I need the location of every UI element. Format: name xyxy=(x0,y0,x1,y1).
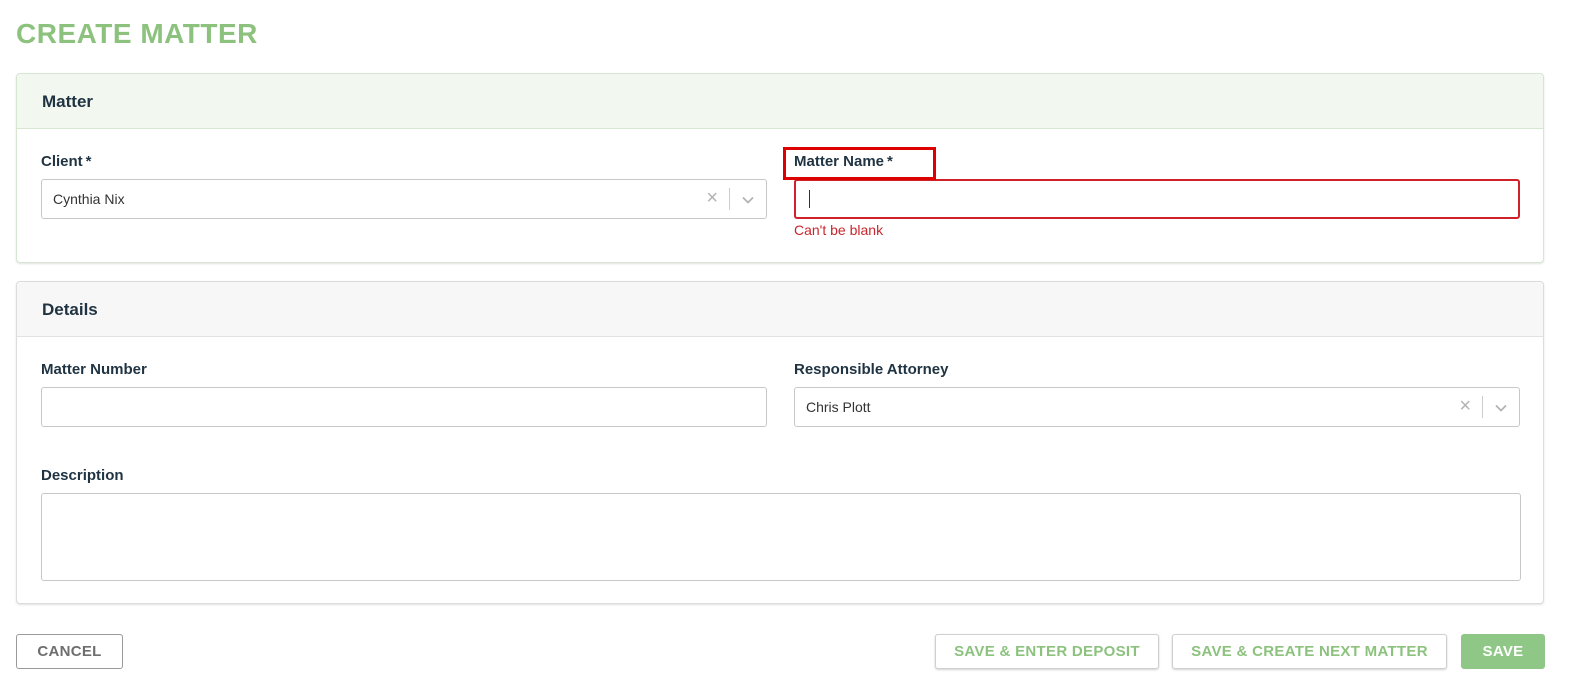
responsible-attorney-value: Chris Plott xyxy=(806,399,871,415)
details-section: Details Matter Number Responsible Attorn… xyxy=(16,281,1544,604)
save-button[interactable]: SAVE xyxy=(1461,634,1545,669)
clear-attorney-icon[interactable]: × xyxy=(1459,396,1471,416)
matter-name-input[interactable] xyxy=(794,179,1520,219)
text-cursor xyxy=(809,190,810,208)
details-section-heading: Details xyxy=(17,282,1543,337)
cancel-button[interactable]: CANCEL xyxy=(16,634,123,669)
responsible-attorney-select[interactable]: Chris Plott × xyxy=(794,387,1520,427)
description-textarea[interactable] xyxy=(41,493,1521,581)
select-separator xyxy=(729,188,730,210)
description-label: Description xyxy=(41,467,124,484)
client-select-value: Cynthia Nix xyxy=(53,191,125,207)
matter-number-field: Matter Number xyxy=(41,360,767,428)
responsible-attorney-field: Responsible Attorney Chris Plott × xyxy=(794,360,1520,428)
matter-number-input[interactable] xyxy=(41,387,767,427)
chevron-down-icon[interactable] xyxy=(741,193,755,207)
client-label: Client * xyxy=(41,153,92,170)
save-create-next-matter-button[interactable]: SAVE & CREATE NEXT MATTER xyxy=(1172,634,1447,669)
matter-section-heading: Matter xyxy=(17,74,1543,129)
save-enter-deposit-button[interactable]: SAVE & ENTER DEPOSIT xyxy=(935,634,1159,669)
client-select[interactable]: Cynthia Nix × xyxy=(41,179,767,219)
responsible-attorney-label: Responsible Attorney xyxy=(794,361,949,378)
matter-number-label: Matter Number xyxy=(41,361,147,378)
chevron-down-icon[interactable] xyxy=(1494,401,1508,415)
clear-client-icon[interactable]: × xyxy=(706,188,718,208)
client-field: Client * Cynthia Nix × xyxy=(41,152,767,219)
matter-name-label-highlight xyxy=(783,147,936,180)
description-field: Description xyxy=(41,466,1521,581)
page-title: CREATE MATTER xyxy=(16,18,258,49)
select-separator xyxy=(1482,396,1483,418)
matter-name-error: Can't be blank xyxy=(794,222,884,238)
matter-section: Matter Client * Cynthia Nix × Matter Name… xyxy=(16,73,1544,263)
